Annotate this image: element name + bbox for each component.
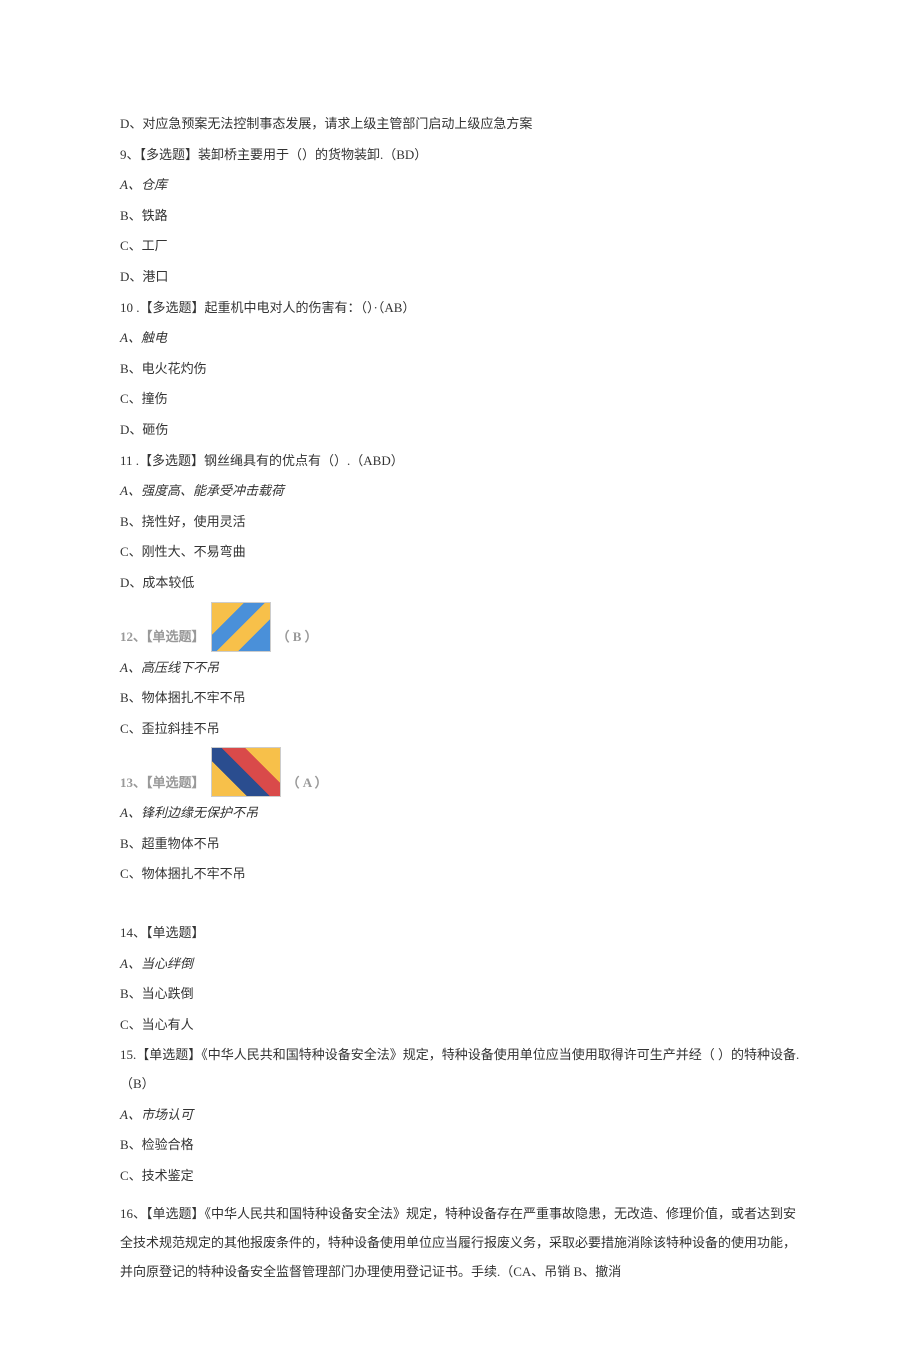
q13-option-a: A、锋利边缘无保护不吊: [120, 799, 800, 828]
q12-option-b: B、物体捆扎不牢不吊: [120, 684, 800, 713]
q12-option-a: A、高压线下不吊: [120, 654, 800, 683]
q13-row: 13、【单选题】 （ A ）: [120, 747, 800, 797]
q10-option-a: A、触电: [120, 324, 800, 353]
q9-option-d: D、港口: [120, 263, 800, 292]
q11-option-a: A、强度高、能承受冲击载荷: [120, 477, 800, 506]
q16-stem: 16、【单选题】《中华人民共和国特种设备安全法》规定，特种设备存在严重事故隐患，…: [120, 1200, 800, 1286]
q10-option-b: B、电火花灼伤: [120, 355, 800, 384]
q8-option-d: D、对应急预案无法控制事态发展，请求上级主管部门启动上级应急方案: [120, 110, 800, 139]
q14-option-a: A、当心绊倒: [120, 950, 800, 979]
q9-option-b: B、铁路: [120, 202, 800, 231]
q12-row: 12、【单选题】 （ B ）: [120, 602, 800, 652]
q9-option-a: A、仓库: [120, 171, 800, 200]
q10-option-d: D、砸伤: [120, 416, 800, 445]
q10-option-c: C、撞伤: [120, 385, 800, 414]
q15-stem: 15.【单选题】《中华人民共和国特种设备安全法》规定，特种设备使用单位应当使用取…: [120, 1041, 800, 1098]
q15-option-c: C、技术鉴定: [120, 1162, 800, 1191]
q14-stem: 14、【单选题】: [120, 919, 800, 948]
q9-option-c: C、工厂: [120, 232, 800, 261]
q13-option-b: B、超重物体不吊: [120, 830, 800, 859]
q13-image-icon: [211, 747, 281, 797]
q11-option-c: C、刚性大、不易弯曲: [120, 538, 800, 567]
q14-option-b: B、当心跌倒: [120, 980, 800, 1009]
q14-option-c: C、当心有人: [120, 1011, 800, 1040]
q12-option-c: C、歪拉斜挂不吊: [120, 715, 800, 744]
q11-stem: 11 .【多选题】钢丝绳具有的优点有（）.（ABD）: [120, 447, 800, 476]
q13-option-c: C、物体捆扎不牢不吊: [120, 860, 800, 889]
q15-option-b: B、检验合格: [120, 1131, 800, 1160]
q12-answer: （ B ）: [277, 623, 318, 652]
q15-option-a: A、市场认可: [120, 1101, 800, 1130]
q12-image-icon: [211, 602, 271, 652]
q11-option-b: B、挠性好，使用灵活: [120, 508, 800, 537]
q13-answer: （ A ）: [287, 769, 328, 798]
q12-label: 12、【单选题】: [120, 623, 205, 652]
q13-label: 13、【单选题】: [120, 769, 205, 798]
q9-stem: 9、【多选题】装卸桥主要用于（）的货物装卸.（BD）: [120, 141, 800, 170]
q11-option-d: D、成本较低: [120, 569, 800, 598]
q10-stem: 10 .【多选题】起重机中电对人的伤害有：（）·（AB）: [120, 294, 800, 323]
